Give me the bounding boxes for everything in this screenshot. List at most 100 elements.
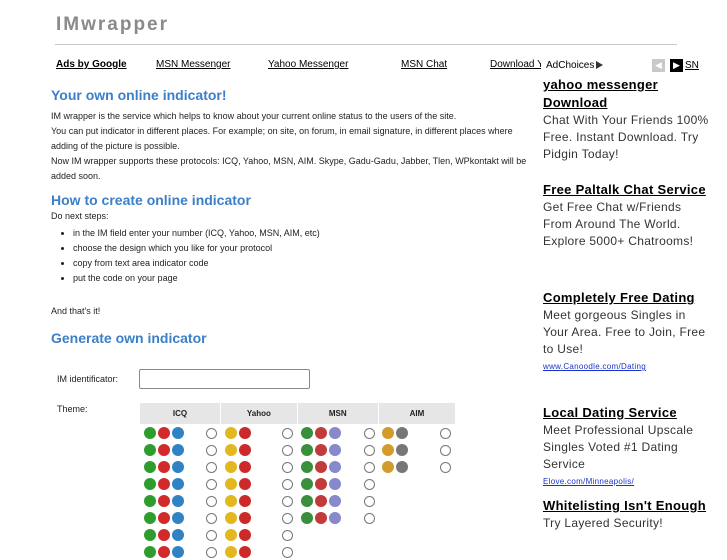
link-msn-messenger[interactable]: MSN Messenger: [156, 59, 230, 70]
ads-by-google-link[interactable]: Ads by Google: [56, 59, 127, 70]
icq-theme-icons: [140, 493, 203, 510]
msn-theme-radio[interactable]: [364, 445, 375, 456]
icq-theme-radio-cell: [202, 493, 221, 510]
prev-arrow-button[interactable]: ◀: [652, 59, 665, 72]
msn-theme-radio[interactable]: [364, 479, 375, 490]
ad-title[interactable]: Free Paltalk Chat Service: [543, 181, 713, 199]
icq-theme-radio[interactable]: [206, 530, 217, 541]
ad-title[interactable]: Completely Free Dating: [543, 289, 713, 307]
yahoo-status-icon: [239, 495, 251, 507]
yahoo-theme-radio[interactable]: [282, 479, 293, 490]
aim-status-icon: [396, 444, 408, 456]
msn-theme-radio[interactable]: [364, 428, 375, 439]
icq-status-icon: [172, 546, 184, 558]
icq-theme-icons: [140, 527, 203, 544]
table-row: [140, 476, 456, 493]
next-arrow-button[interactable]: ▶: [670, 59, 683, 72]
yahoo-status-icon: [239, 512, 251, 524]
aim-theme-radio[interactable]: [440, 428, 451, 439]
yahoo-theme-radio[interactable]: [282, 513, 293, 524]
yahoo-theme-radio[interactable]: [282, 445, 293, 456]
table-row: [140, 493, 456, 510]
icq-status-icon: [158, 478, 170, 490]
icq-theme-radio-cell: [202, 510, 221, 527]
link-truncated[interactable]: SN: [685, 60, 699, 71]
aim-theme-radio[interactable]: [440, 462, 451, 473]
msn-theme-icons: [297, 476, 360, 493]
msn-status-icon: [301, 427, 313, 439]
icq-theme-icons: [140, 544, 203, 560]
ad-url[interactable]: www.Canoodle.com/Dating: [543, 358, 713, 375]
ad-block[interactable]: Free Paltalk Chat Service Get Free Chat …: [543, 181, 713, 250]
msn-theme-radio[interactable]: [364, 462, 375, 473]
ad-block[interactable]: Local Dating Service Meet Professional U…: [543, 404, 713, 490]
yahoo-status-icon: [225, 529, 237, 541]
list-item: put the code on your page: [73, 271, 536, 286]
im-identificator-input[interactable]: [139, 369, 310, 389]
yahoo-theme-icons: [221, 476, 279, 493]
icq-theme-radio[interactable]: [206, 547, 217, 558]
icq-theme-radio[interactable]: [206, 428, 217, 439]
msn-theme-radio[interactable]: [364, 496, 375, 507]
icq-theme-radio-cell: [202, 442, 221, 459]
yahoo-status-icon: [239, 427, 251, 439]
ad-block[interactable]: yahoo messenger Download Chat With Your …: [543, 76, 713, 163]
yahoo-status-icon: [225, 427, 237, 439]
icq-status-icon: [172, 461, 184, 473]
yahoo-theme-radio[interactable]: [282, 462, 293, 473]
yahoo-theme-radio-cell: [279, 459, 298, 476]
msn-status-icon: [301, 461, 313, 473]
link-yahoo-messenger[interactable]: Yahoo Messenger: [268, 59, 348, 70]
yahoo-theme-radio-cell: [279, 527, 298, 544]
ad-url[interactable]: Elove.com/Minneapolis/: [543, 473, 713, 490]
icq-theme-radio[interactable]: [206, 462, 217, 473]
yahoo-status-icon: [225, 546, 237, 558]
msn-theme-radio[interactable]: [364, 513, 375, 524]
page-title: Your own online indicator!: [51, 86, 536, 104]
icq-status-icon: [172, 478, 184, 490]
yahoo-theme-radio[interactable]: [282, 428, 293, 439]
msn-status-icon: [301, 512, 313, 524]
icq-status-icon: [158, 461, 170, 473]
msn-theme-radio-cell: [360, 476, 379, 493]
msn-status-icon: [315, 512, 327, 524]
aim-theme-icons: [378, 476, 436, 493]
msn-status-icon: [329, 444, 341, 456]
ad-title[interactable]: Local Dating Service: [543, 404, 713, 422]
yahoo-theme-radio[interactable]: [282, 530, 293, 541]
ad-title[interactable]: yahoo messenger Download: [543, 76, 713, 112]
aim-theme-radio-cell: [436, 425, 455, 442]
ad-title[interactable]: Whitelisting Isn't Enough: [543, 497, 713, 515]
icq-theme-radio[interactable]: [206, 496, 217, 507]
aim-theme-radio[interactable]: [440, 445, 451, 456]
generate-heading: Generate own indicator: [51, 329, 536, 347]
aim-status-icon: [396, 461, 408, 473]
msn-theme-icons: [297, 493, 360, 510]
ad-block[interactable]: Completely Free Dating Meet gorgeous Sin…: [543, 289, 713, 375]
icq-theme-radio[interactable]: [206, 479, 217, 490]
ad-body: Try Layered Security!: [543, 515, 713, 532]
yahoo-theme-radio[interactable]: [282, 547, 293, 558]
msn-status-icon: [315, 478, 327, 490]
link-download[interactable]: Download Y: [490, 59, 541, 70]
icq-theme-icons: [140, 510, 203, 527]
adchoices[interactable]: AdChoices: [546, 60, 603, 71]
ad-block[interactable]: Whitelisting Isn't Enough Try Layered Se…: [543, 497, 713, 532]
icq-theme-radio[interactable]: [206, 513, 217, 524]
icq-theme-radio-cell: [202, 425, 221, 442]
site-logo[interactable]: IMwrapper: [56, 14, 169, 36]
icq-theme-radio-cell: [202, 459, 221, 476]
aim-theme-icons: [378, 425, 436, 442]
yahoo-theme-radio[interactable]: [282, 496, 293, 507]
link-msn-chat[interactable]: MSN Chat: [401, 59, 447, 70]
icq-theme-radio[interactable]: [206, 445, 217, 456]
icq-status-icon: [172, 529, 184, 541]
yahoo-theme-icons: [221, 459, 279, 476]
aim-theme-icons: [378, 493, 436, 510]
aim-theme-radio-cell: [436, 476, 455, 493]
intro-paragraph-1: IM wrapper is the service which helps to…: [51, 109, 536, 124]
theme-label: Theme:: [57, 404, 88, 414]
msn-theme-radio-cell: [360, 527, 379, 544]
yahoo-theme-radio-cell: [279, 510, 298, 527]
icq-status-icon: [144, 427, 156, 439]
